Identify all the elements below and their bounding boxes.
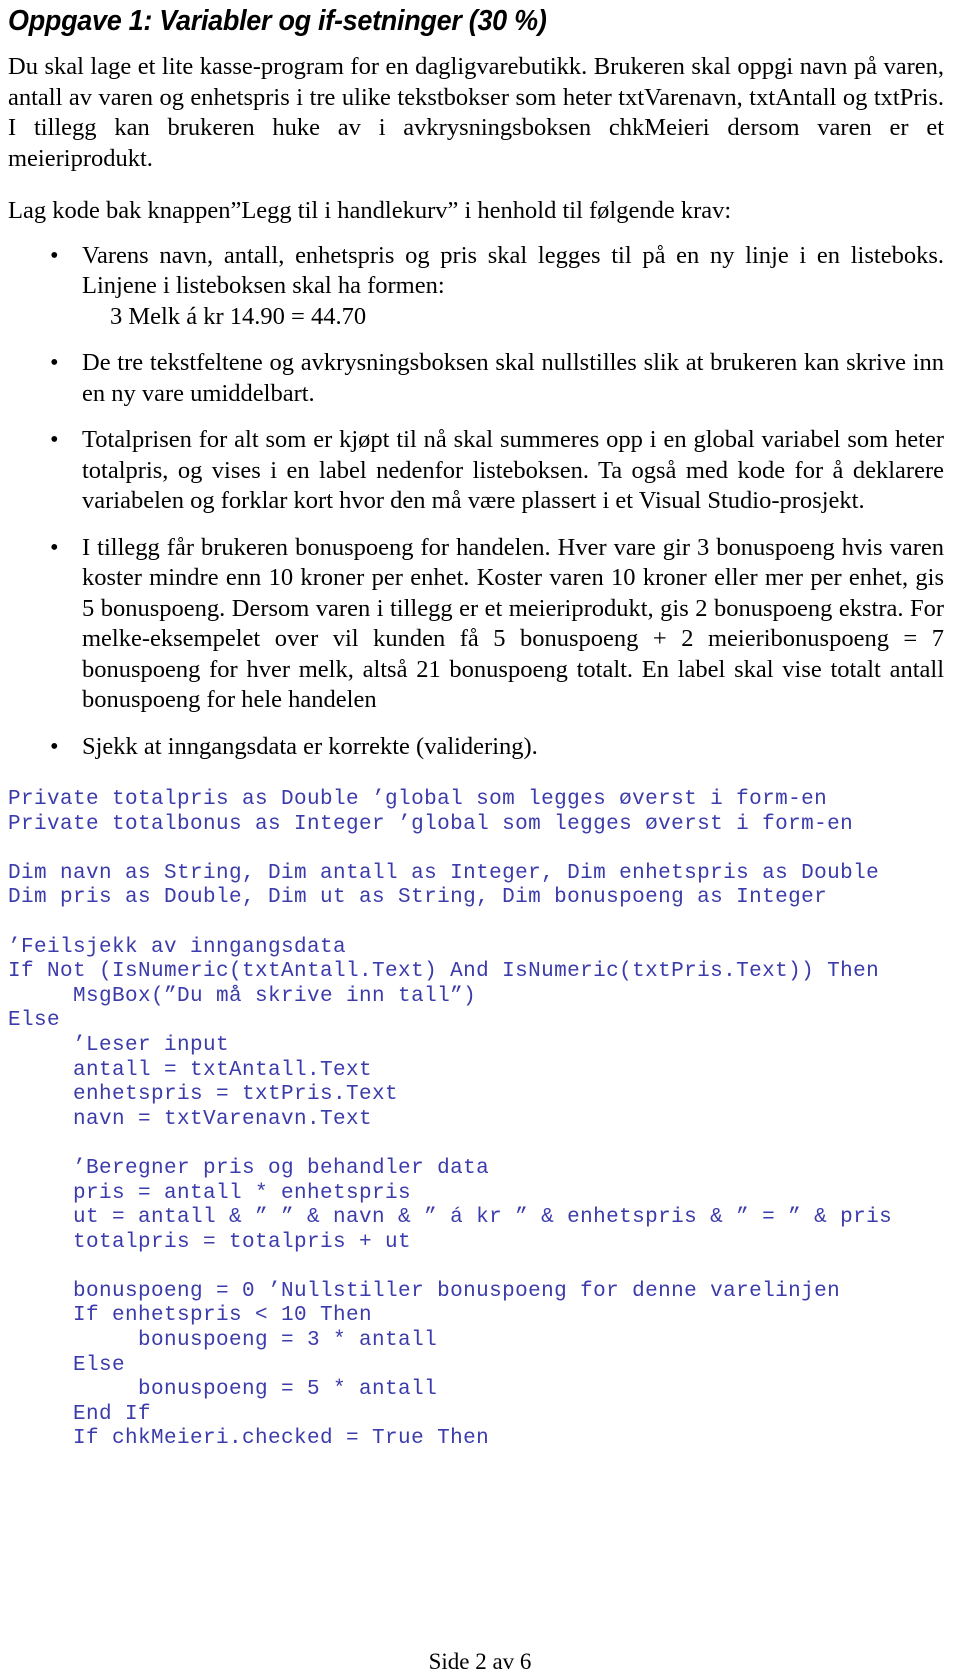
- code-line: bonuspoeng = 3 * antall: [8, 1329, 438, 1353]
- lead-paragraph: Lag kode bak knappen”Legg til i handleku…: [8, 197, 732, 224]
- page-content: Oppgave 1: Variabler og if-setninger (30…: [8, 4, 944, 1452]
- list-item: • De tre tekstfeltene og avkrysningsboks…: [8, 348, 944, 409]
- code-line: enhetspris = txtPris.Text: [8, 1083, 399, 1107]
- code-line: ’Leser input: [8, 1033, 230, 1057]
- code-line: totalpris = totalpris + ut: [8, 1230, 412, 1254]
- code-line: ut = antall & ” ” & navn & ” á kr ” & en…: [8, 1206, 893, 1230]
- page-footer: Side 2 av 6: [428, 1649, 532, 1674]
- code-line: ’Beregner pris og behandler data: [8, 1156, 490, 1180]
- list-item-text: Sjekk at inngangsdata er korrekte (valid…: [82, 732, 538, 760]
- code-block: Private totalpris as Double ’global som …: [8, 788, 944, 1452]
- code-line: If Not (IsNumeric(txtAntall.Text) And Is…: [8, 960, 880, 984]
- bullet-marker-icon: •: [50, 241, 59, 269]
- document-page: Oppgave 1: Variabler og if-setninger (30…: [0, 0, 960, 1680]
- code-line: MsgBox(”Du må skrive inn tall”): [8, 984, 477, 1008]
- code-line: Dim pris as Double, Dim ut as String, Di…: [8, 886, 828, 910]
- list-item: • Sjekk at inngangsdata er korrekte (val…: [8, 732, 944, 763]
- list-item: • Totalprisen for alt som er kjøpt til n…: [8, 425, 944, 517]
- code-line: bonuspoeng = 0 ’Nullstiller bonuspoeng f…: [8, 1279, 841, 1303]
- code-line: Else: [8, 1353, 126, 1377]
- list-item: • I tillegg får brukeren bonuspoeng for …: [8, 533, 944, 716]
- list-item-subline: 3 Melk á kr 14.90 = 44.70: [110, 302, 367, 330]
- code-line: End If: [8, 1402, 152, 1426]
- code-line: Private totalpris as Double ’global som …: [8, 788, 828, 811]
- page-title: Oppgave 1: Variabler og if-setninger (30…: [8, 5, 547, 37]
- code-line: bonuspoeng = 5 * antall: [8, 1378, 438, 1402]
- code-line: pris = antall * enhetspris: [8, 1181, 412, 1205]
- list-item-text: Totalprisen for alt som er kjøpt til nå …: [82, 426, 944, 514]
- bullet-marker-icon: •: [50, 533, 59, 561]
- code-line: Dim navn as String, Dim antall as Intege…: [8, 861, 880, 885]
- bullet-marker-icon: •: [50, 349, 59, 376]
- code-line: Private totalbonus as Integer ’global so…: [8, 812, 854, 836]
- code-line: If chkMeieri.checked = True Then: [8, 1427, 490, 1451]
- list-item-text: De tre tekstfeltene og avkrysningsboksen…: [82, 349, 944, 407]
- code-line: antall = txtAntall.Text: [8, 1058, 373, 1082]
- code-line: ’Feilsjekk av inngangsdata: [8, 935, 347, 959]
- list-item: • Varens navn, antall, enhetspris og pri…: [8, 241, 944, 333]
- code-line: navn = txtVarenavn.Text: [8, 1107, 373, 1131]
- list-item-text: I tillegg får brukeren bonuspoeng for ha…: [82, 533, 944, 714]
- list-item-text: Varens navn, antall, enhetspris og pris …: [82, 241, 944, 300]
- requirements-list: • Varens navn, antall, enhetspris og pri…: [8, 241, 944, 763]
- code-line: If enhetspris < 10 Then: [8, 1304, 373, 1328]
- bullet-marker-icon: •: [50, 732, 59, 760]
- bullet-marker-icon: •: [50, 426, 59, 453]
- code-line: Else: [8, 1009, 61, 1033]
- intro-paragraph: Du skal lage et lite kasse-program for e…: [8, 53, 944, 172]
